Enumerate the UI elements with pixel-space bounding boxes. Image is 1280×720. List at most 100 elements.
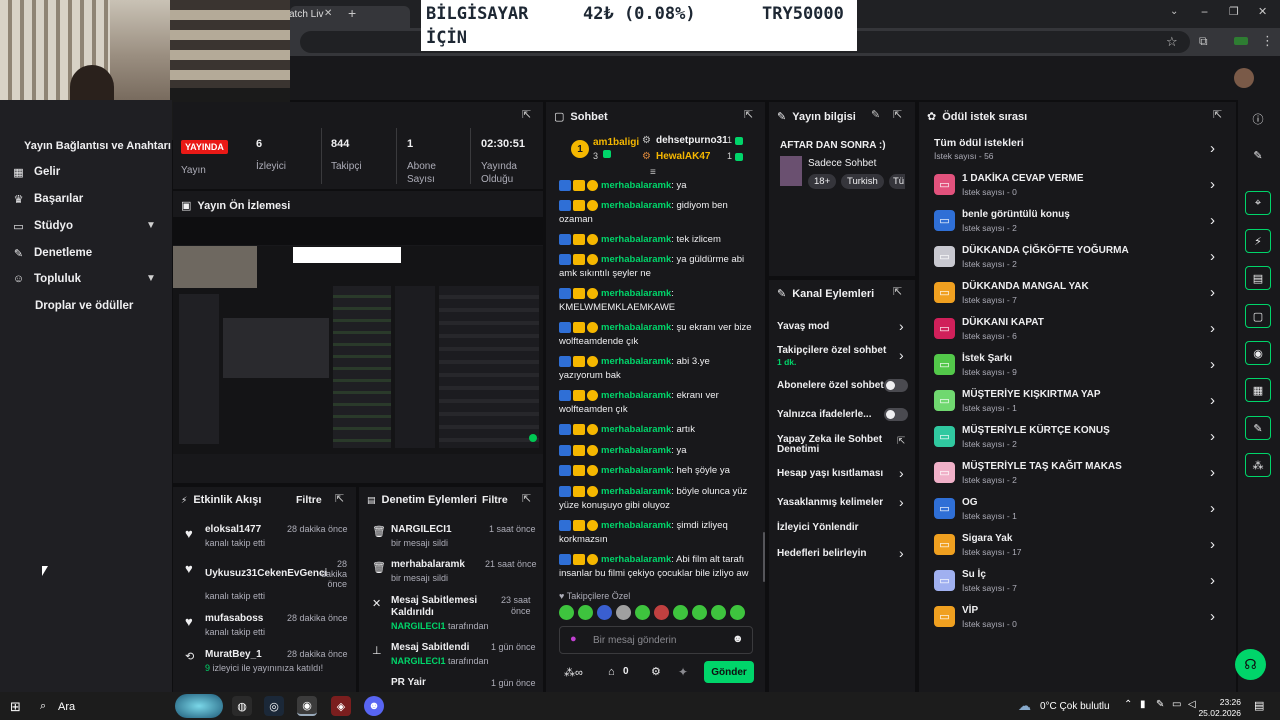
- emote-icon[interactable]: [711, 605, 726, 620]
- chevron-right-icon[interactable]: ›: [1210, 176, 1215, 193]
- popout-icon[interactable]: ⇱: [1213, 108, 1222, 121]
- emote-only-toggle[interactable]: [884, 408, 908, 421]
- tray-chevron-icon[interactable]: ⌃: [1124, 699, 1132, 710]
- chrome-icon[interactable]: ◉: [297, 696, 317, 716]
- chevron-right-icon[interactable]: ›: [1210, 212, 1215, 229]
- modlog-filter-button[interactable]: Filtre: [482, 494, 508, 506]
- reward-row[interactable]: ▭ MÜŞTERİYE KIŞKIRTMA YAP İstek sayısı - 1…: [931, 386, 1221, 422]
- wrench-icon[interactable]: ✎: [1245, 416, 1271, 440]
- expand-leaderboard-icon[interactable]: ≡: [650, 167, 656, 178]
- chevron-right-icon[interactable]: ›: [1210, 572, 1215, 589]
- chevron-right-icon[interactable]: ›: [1210, 608, 1215, 625]
- nav-item-studio[interactable]: ▭ Stüdyo: [12, 216, 73, 236]
- search-icon[interactable]: ⌕: [40, 700, 46, 713]
- nav-item-moderation[interactable]: ✎ Denetleme: [12, 243, 92, 263]
- all-rewards-row[interactable]: Tüm ödül istekleri İstek sayısı - 56 ›: [931, 134, 1221, 170]
- modlog-user[interactable]: merhabalaramk: [391, 559, 465, 570]
- leader-name[interactable]: am1baligi: [593, 137, 639, 148]
- chevron-down-icon[interactable]: ▼: [146, 220, 156, 231]
- clip-icon[interactable]: ⌖: [1245, 191, 1271, 215]
- chevron-right-icon[interactable]: ›: [899, 347, 904, 363]
- modlog-user[interactable]: NARGILECI1: [391, 524, 452, 535]
- moderator-icon[interactable]: ✦: [678, 665, 688, 679]
- emote-icon[interactable]: [559, 605, 574, 620]
- microphone-icon[interactable]: ●: [570, 633, 577, 645]
- chevron-right-icon[interactable]: ›: [899, 494, 904, 510]
- close-window-button[interactable]: ✕: [1258, 5, 1267, 18]
- game-icon[interactable]: ◈: [331, 696, 351, 716]
- reward-row[interactable]: ▭ DÜKKANDA MANGAL YAK İstek sayısı - 7 ›: [931, 278, 1221, 314]
- raid-row[interactable]: İzleyici Yönlendir: [777, 522, 912, 533]
- emote-icon[interactable]: [616, 605, 631, 620]
- windows-start-icon[interactable]: ⊞: [10, 699, 21, 715]
- chat-username[interactable]: merhabalaramk: [601, 200, 671, 211]
- emote-icon[interactable]: [578, 605, 593, 620]
- banned-words-row[interactable]: Yasaklanmış kelimeler: [777, 497, 912, 508]
- category-name[interactable]: Sadece Sohbet: [808, 158, 876, 169]
- send-button[interactable]: Gönder: [704, 661, 754, 683]
- chat-username[interactable]: merhabalaramk: [601, 486, 671, 497]
- chevron-right-icon[interactable]: ›: [1210, 248, 1215, 265]
- layout-icon[interactable]: ▦: [1245, 378, 1271, 402]
- community-icon[interactable]: ⁂: [1245, 453, 1271, 477]
- emote-icon[interactable]: [692, 605, 707, 620]
- minimize-button[interactable]: −: [1201, 5, 1208, 19]
- notifications-icon[interactable]: ▤: [1254, 699, 1264, 712]
- edit-icon[interactable]: ✎: [871, 108, 880, 121]
- popout-icon[interactable]: ⇱: [893, 108, 902, 121]
- nav-item-drops[interactable]: Droplar ve ödüller: [35, 296, 133, 316]
- activity-user[interactable]: eloksal1477: [205, 524, 261, 535]
- channel-points-icon[interactable]: ⁂∞: [564, 666, 583, 679]
- chevron-right-icon[interactable]: ›: [1210, 464, 1215, 481]
- chat-username[interactable]: merhabalaramk: [601, 554, 671, 565]
- chat-username[interactable]: merhabalaramk: [601, 520, 671, 531]
- steam-icon[interactable]: ◎: [264, 696, 284, 716]
- preview-video[interactable]: [173, 246, 543, 454]
- store-icon[interactable]: ⌂: [608, 666, 615, 678]
- chevron-right-icon[interactable]: ›: [1210, 392, 1215, 409]
- nav-item-achievements[interactable]: ♛ Başarılar: [12, 189, 84, 209]
- tag-pill[interactable]: Tü: [889, 174, 905, 189]
- reward-row[interactable]: ▭ OG İstek sayısı - 1 ›: [931, 494, 1221, 530]
- emote-icon[interactable]: [597, 605, 612, 620]
- emote-icon[interactable]: [654, 605, 669, 620]
- popout-icon[interactable]: ⇱: [335, 492, 344, 505]
- microphone-icon[interactable]: ▮: [1140, 699, 1146, 710]
- document-icon[interactable]: ▤: [1245, 266, 1271, 290]
- goals-row[interactable]: Hedefleri belirleyin: [777, 548, 912, 559]
- profile-icon[interactable]: [1234, 37, 1248, 45]
- info-icon[interactable]: ⓘ: [1245, 107, 1271, 131]
- chevron-right-icon[interactable]: ›: [1210, 500, 1215, 517]
- tag-pill[interactable]: 18+: [808, 174, 837, 189]
- reward-row[interactable]: ▭ Su İç İstek sayısı - 7 ›: [931, 566, 1221, 602]
- extensions-icon[interactable]: ⧉: [1199, 34, 1208, 49]
- chevron-right-icon[interactable]: ›: [1210, 140, 1215, 157]
- chat-username[interactable]: merhabalaramk: [601, 180, 671, 191]
- widget-icon[interactable]: [175, 694, 223, 718]
- chevron-right-icon[interactable]: ›: [1210, 356, 1215, 373]
- reward-row[interactable]: ▭ VİP İstek sayısı - 0 ›: [931, 602, 1221, 638]
- chat-icon[interactable]: ▢: [1245, 304, 1271, 328]
- chevron-right-icon[interactable]: ›: [1210, 320, 1215, 337]
- popout-icon[interactable]: ⇱: [522, 492, 531, 505]
- chat-username[interactable]: merhabalaramk: [601, 356, 671, 367]
- reward-row[interactable]: ▭ DÜKKANDA ÇİĞKÖFTE YOĞURMA İstek sayısı -…: [931, 242, 1221, 278]
- external-link-icon[interactable]: ⇱: [897, 436, 905, 447]
- chevron-right-icon[interactable]: ›: [1210, 284, 1215, 301]
- tab-search-icon[interactable]: ⌄: [1170, 6, 1178, 17]
- emote-icon[interactable]: [673, 605, 688, 620]
- chevron-right-icon[interactable]: ›: [1210, 428, 1215, 445]
- popout-icon[interactable]: ⇱: [522, 108, 531, 121]
- chat-username[interactable]: merhabalaramk: [601, 254, 671, 265]
- reward-row[interactable]: ▭ Sigara Yak İstek sayısı - 17 ›: [931, 530, 1221, 566]
- connection-title[interactable]: Yayın Bağlantısı ve Anahtarı: [24, 140, 171, 152]
- broadcast-icon[interactable]: ◉: [1245, 341, 1271, 365]
- activity-user[interactable]: MuratBey_1: [205, 649, 262, 660]
- user-avatar[interactable]: [1234, 68, 1254, 88]
- settings-gear-icon[interactable]: ⚙: [651, 665, 661, 678]
- slow-mode-row[interactable]: Yavaş mod: [777, 321, 912, 332]
- popout-icon[interactable]: ⇱: [744, 108, 753, 121]
- taskbar-search[interactable]: Ara: [58, 701, 75, 713]
- network-icon[interactable]: ▭: [1172, 699, 1181, 710]
- maximize-button[interactable]: ❐: [1229, 5, 1239, 18]
